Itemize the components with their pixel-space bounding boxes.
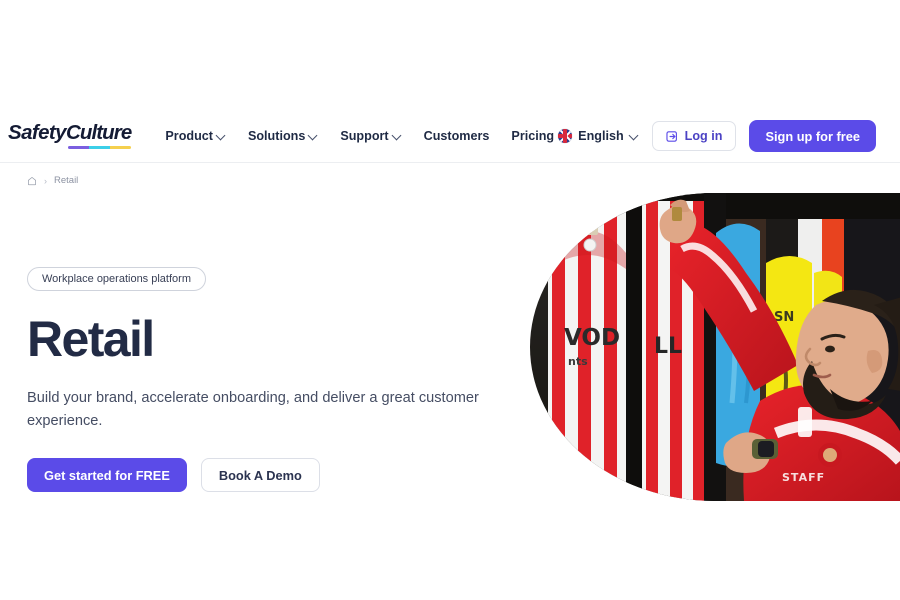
breadcrumb: › Retail (0, 163, 900, 189)
nav-label-pricing: Pricing (511, 129, 555, 143)
site-header: SafetyCulture Product Solutions Support (0, 110, 900, 163)
safetyculture-logo[interactable]: SafetyCulture (8, 121, 132, 149)
hero-copy: Workplace operations platform Retail Bui… (27, 267, 497, 493)
hero-eyebrow-label: Workplace operations platform (42, 273, 191, 285)
hero-eyebrow-badge: Workplace operations platform (27, 267, 206, 291)
hero-subtitle: Build your brand, accelerate onboarding,… (27, 390, 479, 430)
nav-item-solutions[interactable]: Solutions (248, 129, 318, 143)
breadcrumb-current[interactable]: Retail (54, 175, 78, 186)
nav-item-customers[interactable]: Customers (424, 129, 490, 143)
nav-label-solutions: Solutions (247, 129, 306, 143)
logo-underline-purple (68, 145, 90, 149)
chevron-down-icon (393, 131, 402, 140)
breadcrumb-separator: › (44, 175, 47, 186)
svg-text:STAFF: STAFF (782, 471, 825, 484)
nav-label-customers: Customers (423, 129, 490, 143)
book-demo-button[interactable]: Book A Demo (200, 458, 320, 493)
hero-section: Workplace operations platform Retail Bui… (0, 189, 900, 600)
logo-underline (68, 145, 132, 149)
nav-item-support[interactable]: Support (340, 129, 401, 143)
page-root: SafetyCulture Product Solutions Support (0, 0, 900, 600)
book-demo-label: Book A Demo (218, 467, 302, 483)
nav-item-pricing[interactable]: Pricing (511, 129, 554, 143)
uk-flag-icon (558, 129, 573, 143)
get-started-button[interactable]: Get started for FREE (27, 458, 187, 493)
hero-image-illustration: VOD nts LL SN STAFF (530, 193, 900, 501)
chevron-down-icon (630, 131, 639, 140)
nav-item-product[interactable]: Product (165, 129, 226, 143)
login-button[interactable]: Log in (651, 121, 737, 151)
signup-button[interactable]: Sign up for free (749, 120, 876, 152)
header-actions: English Log in Sign up for free (558, 120, 876, 152)
hero-image: VOD nts LL SN STAFF (530, 193, 900, 501)
logo-text-safety: Safety (8, 121, 67, 145)
chevron-down-icon (217, 131, 226, 140)
logo-wordmark: SafetyCulture (8, 121, 132, 145)
logo-text-culture: Culture (65, 121, 132, 145)
home-icon[interactable] (27, 176, 37, 186)
nav-label-support: Support (340, 129, 389, 143)
svg-text:VOD: VOD (564, 325, 620, 351)
top-spacer (0, 0, 900, 110)
login-arrow-icon (666, 130, 677, 142)
svg-text:nts: nts (568, 355, 588, 368)
nav-label-product: Product (165, 129, 213, 143)
logo-underline-cyan (89, 145, 111, 149)
svg-text:LL: LL (654, 334, 682, 359)
language-label: English (578, 129, 624, 143)
primary-nav: Product Solutions Support Customers Pric… (165, 129, 554, 143)
language-selector[interactable]: English (558, 129, 638, 143)
login-button-label: Log in (684, 129, 723, 143)
signup-button-label: Sign up for free (765, 128, 860, 144)
logo-underline-yellow (110, 145, 132, 149)
get-started-label: Get started for FREE (44, 467, 170, 483)
hero-cta-group: Get started for FREE Book A Demo (27, 458, 497, 493)
page-title: Retail (27, 311, 155, 367)
chevron-down-icon (309, 131, 318, 140)
